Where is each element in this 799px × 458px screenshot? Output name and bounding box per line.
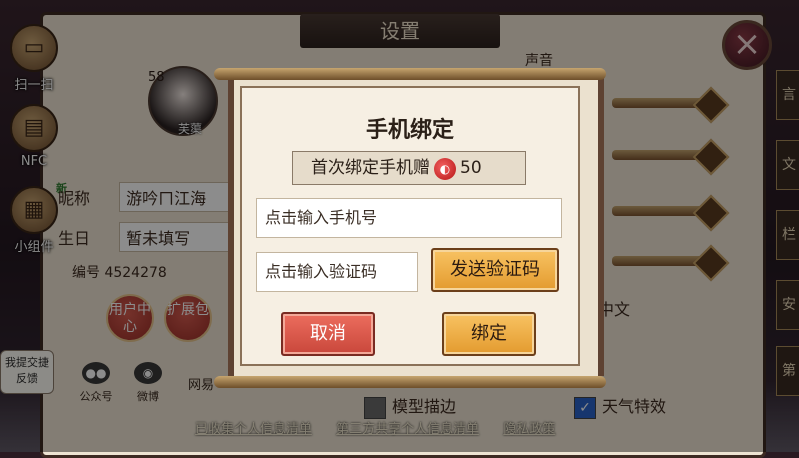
send-code-button[interactable]: 发送验证码: [431, 248, 559, 292]
code-input[interactable]: 点击输入验证码: [256, 252, 418, 292]
reward-banner: 首次绑定手机赠 ◐ 50: [292, 151, 526, 185]
cancel-button[interactable]: 取消: [281, 312, 375, 356]
bind-button[interactable]: 绑定: [442, 312, 536, 356]
dialog-title: 手机绑定: [365, 117, 454, 143]
magatama-icon: ◐: [434, 157, 456, 180]
reward-text: 首次绑定手机赠: [311, 158, 430, 178]
phone-input[interactable]: 点击输入手机号: [256, 198, 562, 238]
reward-amount: 50: [460, 158, 482, 178]
scroll-rod-bottom: [214, 376, 606, 388]
scroll-rod-top: [214, 68, 606, 80]
